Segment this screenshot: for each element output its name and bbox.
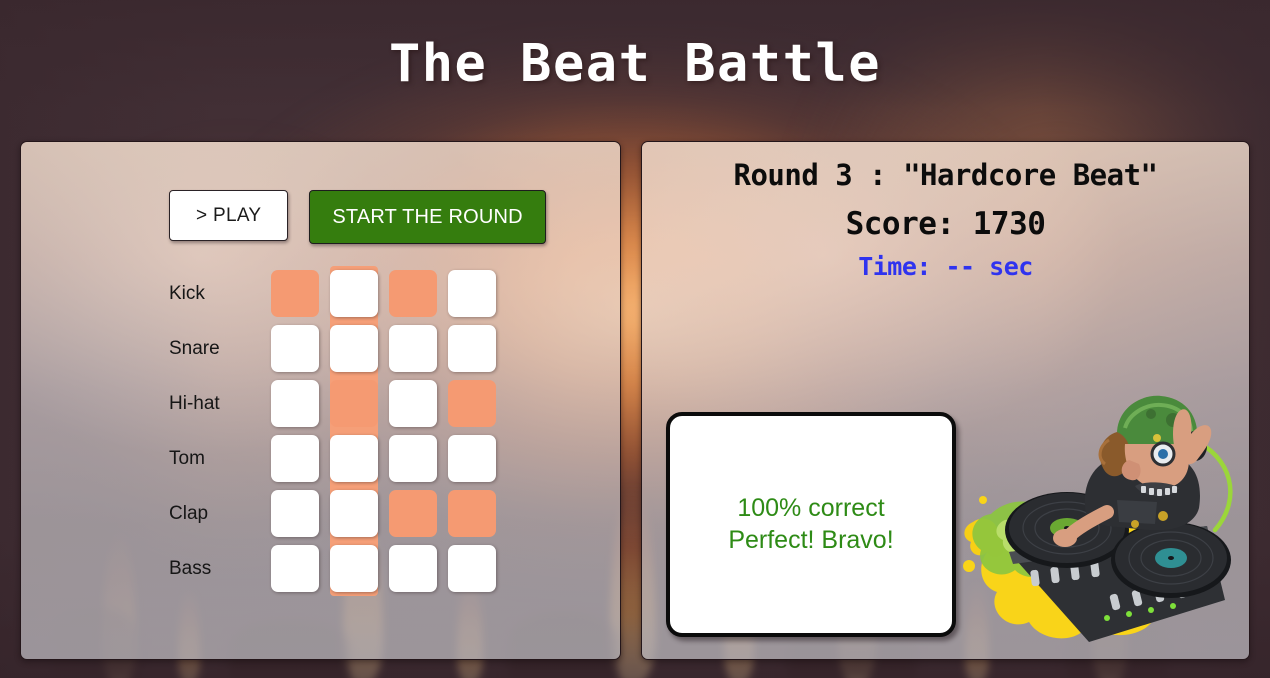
beat-cell-on[interactable]: [389, 490, 437, 537]
beat-cell-off[interactable]: [448, 325, 496, 372]
beat-cell-slot: [448, 321, 496, 376]
beat-cell-slot-active-column: [330, 486, 378, 541]
beat-row-cells: [271, 541, 496, 596]
beat-row-cells: [271, 266, 496, 321]
beat-cell-off[interactable]: [389, 380, 437, 427]
beat-cell-on[interactable]: [448, 380, 496, 427]
dj-mixer-icon: [1009, 526, 1225, 642]
beat-cell-slot: [271, 376, 319, 431]
beat-cell-slot: [448, 486, 496, 541]
panels-container: > PLAY START THE ROUND Kick Snare Hi-hat To…: [20, 141, 1250, 660]
beat-cell-slot-active-column: [330, 376, 378, 431]
dj-character-illustration: [963, 395, 1233, 642]
beat-row: Kick: [169, 266, 620, 321]
green-splash-icon: [972, 501, 1149, 628]
beat-row-label: Bass: [169, 558, 212, 579]
beat-cell-off[interactable]: [330, 325, 378, 372]
feedback-line-2: Perfect! Bravo!: [728, 525, 894, 554]
beat-cell-slot: [389, 541, 437, 596]
beat-cell-slot-active-column: [330, 321, 378, 376]
beat-cell-slot: [271, 266, 319, 321]
beat-row: Clap: [169, 486, 620, 541]
beat-cell-off[interactable]: [448, 435, 496, 482]
beat-cell-off[interactable]: [271, 325, 319, 372]
time-display: Time: -- sec: [858, 252, 1033, 281]
beat-cell-slot: [389, 431, 437, 486]
beat-row: Snare: [169, 321, 620, 376]
dj-character-hand-left: [1053, 529, 1077, 547]
beat-cell-off[interactable]: [330, 490, 378, 537]
beat-row-label: Hi-hat: [169, 393, 220, 414]
yellow-splash-icon: [963, 496, 1188, 639]
start-round-button[interactable]: START THE ROUND: [309, 190, 546, 244]
dj-character-arm: [1062, 505, 1114, 543]
beat-cell-slot: [271, 321, 319, 376]
beat-cell-slot: [389, 376, 437, 431]
beat-cell-off[interactable]: [448, 545, 496, 592]
round-panel: Round 3 : "Hardcore Beat" Score: 1730 Ti…: [641, 141, 1250, 660]
beat-cell-slot: [448, 266, 496, 321]
beat-row-cells: [271, 486, 496, 541]
page-title: The Beat Battle: [388, 34, 882, 94]
beat-cell-slot: [448, 541, 496, 596]
round-title: Round 3 : "Hardcore Beat": [733, 158, 1159, 192]
dj-character-body: [1084, 456, 1200, 531]
beat-cell-off[interactable]: [271, 380, 319, 427]
controls-row: > PLAY START THE ROUND: [21, 142, 620, 244]
beat-row-label: Snare: [169, 338, 220, 359]
beat-cell-slot-active-column: [330, 431, 378, 486]
sequencer-panel: > PLAY START THE ROUND Kick Snare Hi-hat To…: [20, 141, 621, 660]
beat-cell-on[interactable]: [389, 270, 437, 317]
beat-cell-off[interactable]: [330, 545, 378, 592]
beat-cell-slot: [448, 376, 496, 431]
dj-character-hand: [1173, 409, 1212, 465]
beat-cell-slot: [448, 431, 496, 486]
turntable-right-icon: [1111, 522, 1231, 598]
beat-row-label: Tom: [169, 448, 205, 469]
beat-cell-slot: [271, 486, 319, 541]
beat-cell-slot-active-column: [330, 266, 378, 321]
beat-row-cells: [271, 376, 496, 431]
beat-cell-slot: [271, 431, 319, 486]
beat-cell-slot: [389, 321, 437, 376]
feedback-box: 100% correct Perfect! Bravo!: [666, 412, 956, 637]
beat-row-cells: [271, 431, 496, 486]
beat-cell-slot: [271, 541, 319, 596]
beat-cell-off[interactable]: [271, 435, 319, 482]
beat-cell-off[interactable]: [271, 545, 319, 592]
beat-row: Hi-hat: [169, 376, 620, 431]
beat-cell-off[interactable]: [271, 490, 319, 537]
beat-cell-on[interactable]: [271, 270, 319, 317]
play-button[interactable]: > PLAY: [169, 190, 289, 241]
beat-row-label: Kick: [169, 283, 205, 304]
dj-character-head: [1098, 395, 1207, 497]
beat-row: Tom: [169, 431, 620, 486]
beat-row: Bass: [169, 541, 620, 596]
beat-row-label: Clap: [169, 503, 209, 524]
beat-cell-on[interactable]: [330, 380, 378, 427]
beat-cell-off[interactable]: [389, 435, 437, 482]
beat-cell-on[interactable]: [448, 490, 496, 537]
beat-cell-off[interactable]: [389, 545, 437, 592]
beat-grid: Kick Snare Hi-hat Tom Clap Bass: [21, 266, 620, 596]
beat-cell-off[interactable]: [448, 270, 496, 317]
beat-cell-slot: [389, 266, 437, 321]
beat-cell-off[interactable]: [389, 325, 437, 372]
round-info: Round 3 : "Hardcore Beat" Score: 1730 Ti…: [642, 142, 1249, 281]
beat-cell-off[interactable]: [330, 270, 378, 317]
score-display: Score: 1730: [845, 206, 1046, 242]
beat-row-cells: [271, 321, 496, 376]
feedback-line-1: 100% correct: [737, 494, 885, 523]
beat-cell-slot-active-column: [330, 541, 378, 596]
headphone-cable-icon: [1190, 437, 1233, 533]
turntable-left-icon: [1005, 492, 1129, 568]
beat-cell-slot: [389, 486, 437, 541]
beat-cell-off[interactable]: [330, 435, 378, 482]
